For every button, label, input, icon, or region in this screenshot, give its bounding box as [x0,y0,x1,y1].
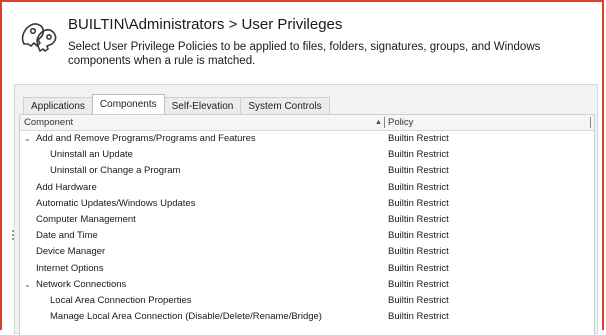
policy-value: Builtin Restrict [388,294,449,306]
page-title: BUILTIN\Administrators > User Privileges [68,16,343,33]
component-name: Manage Local Area Connection (Disable/De… [50,311,322,323]
policy-value: Builtin Restrict [388,149,449,161]
component-name: Automatic Updates/Windows Updates [36,197,196,209]
tab-self-elevation[interactable]: Self-Elevation [163,97,242,114]
tab-bar: Applications Components Self-Elevation S… [23,94,330,114]
table-row[interactable]: ⌄ Network Connections Builtin Restrict [20,277,594,293]
component-name: Internet Options [36,262,104,274]
dialog-frame: BUILTIN\Administrators > User Privileges… [0,0,604,335]
table-row[interactable]: Date and Time Builtin Restrict [20,228,594,244]
components-grid: Component ▲ Policy ⌄ Add and Remove Progr… [19,114,595,335]
sort-ascending-icon: ▲ [375,119,382,126]
column-header-policy[interactable]: Policy [388,115,413,130]
table-row[interactable]: Uninstall or Change a Program Builtin Res… [20,163,594,179]
tab-components[interactable]: Components [91,94,165,114]
component-name: Uninstall or Change a Program [50,165,181,177]
column-divider[interactable] [590,117,591,128]
policy-value: Builtin Restrict [388,278,449,290]
component-name: Uninstall an Update [50,149,133,161]
table-row[interactable]: Manage Local Area Connection (Disable/De… [20,309,594,325]
page-description: Select User Privilege Policies to be app… [68,41,541,67]
policy-value: Builtin Restrict [388,246,449,258]
component-name: Add and Remove Programs/Programs and Fea… [36,133,256,144]
privileges-panel: Applications Components Self-Elevation S… [14,84,598,335]
policy-value: Builtin Restrict [388,133,449,144]
component-name: Device Manager [36,246,106,258]
policy-value: Builtin Restrict [388,230,449,242]
table-row[interactable]: Internet Options Builtin Restrict [20,261,594,277]
column-header-component[interactable]: Component [24,115,73,130]
resize-grip[interactable] [12,230,16,240]
policy-value: Builtin Restrict [388,262,449,274]
policy-value: Builtin Restrict [388,181,449,193]
table-row[interactable]: Local Area Connection Properties Builtin … [20,293,594,309]
table-row[interactable]: Computer Management Builtin Restrict [20,212,594,228]
table-row[interactable]: Automatic Updates/Windows Updates Builtin… [20,196,594,212]
policy-value: Builtin Restrict [388,165,449,177]
dialog-header: BUILTIN\Administrators > User Privileges… [18,14,588,78]
chevron-down-icon[interactable]: ⌄ [24,277,34,293]
component-name: Computer Management [36,213,136,225]
tab-applications[interactable]: Applications [23,97,93,114]
table-row[interactable]: ⌄ Add and Remove Programs/Programs and Fe… [20,131,594,147]
key-icon [21,23,57,52]
grid-header: Component ▲ Policy [20,115,594,131]
component-name: Date and Time [36,230,98,242]
component-name: Network Connections [36,278,127,290]
component-name: Add Hardware [36,181,97,193]
tab-system-controls[interactable]: System Controls [240,97,330,114]
policy-value: Builtin Restrict [388,197,449,209]
policy-value: Builtin Restrict [388,311,449,323]
table-row[interactable]: Device Manager Builtin Restrict [20,244,594,260]
table-row[interactable]: Uninstall an Update Builtin Restrict [20,147,594,163]
chevron-down-icon[interactable]: ⌄ [24,131,34,147]
table-row[interactable]: Add Hardware Builtin Restrict [20,180,594,196]
component-name: Local Area Connection Properties [50,294,192,306]
column-divider[interactable] [384,117,385,128]
policy-value: Builtin Restrict [388,213,449,225]
grid-body: ⌄ Add and Remove Programs/Programs and Fe… [20,131,594,325]
